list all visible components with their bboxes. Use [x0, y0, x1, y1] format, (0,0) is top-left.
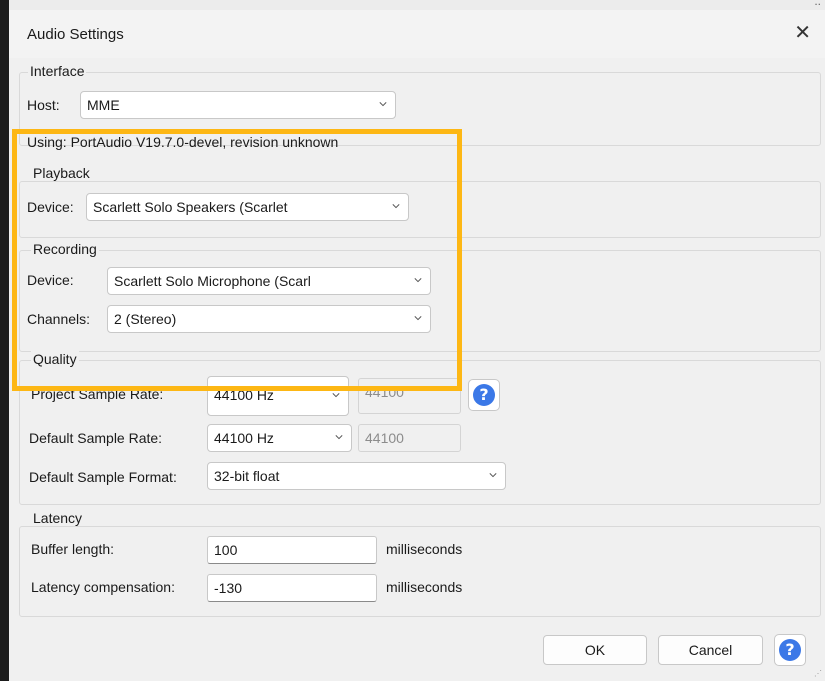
default-sample-rate-select[interactable]: 44100 Hz: [207, 424, 352, 452]
buffer-length-label: Buffer length:: [31, 541, 115, 557]
highlight-box: [12, 129, 462, 391]
host-value: MME: [87, 97, 120, 113]
buffer-length-unit: milliseconds: [386, 541, 463, 557]
background-window-strip: ..: [9, 0, 825, 10]
default-sample-rate-field: 44100: [358, 424, 461, 452]
help-button-footer[interactable]: ?: [774, 634, 806, 666]
help-button-quality[interactable]: ?: [468, 379, 500, 411]
resize-grip-icon[interactable]: ⋰: [814, 669, 822, 678]
default-sample-rate-text: 44100: [365, 430, 404, 446]
cancel-button[interactable]: Cancel: [658, 635, 763, 665]
close-icon[interactable]: ✕: [794, 20, 811, 45]
buffer-length-input[interactable]: 100: [207, 536, 377, 564]
latency-compensation-unit: milliseconds: [386, 579, 463, 595]
buffer-length-value: 100: [214, 542, 238, 558]
chevron-down-icon: [379, 102, 387, 107]
interface-legend: Interface: [28, 63, 87, 79]
latency-group: [19, 526, 821, 617]
default-sample-format-value: 32-bit float: [214, 468, 280, 484]
background-window-edge: [0, 0, 9, 681]
default-sample-format-select[interactable]: 32-bit float: [207, 462, 506, 490]
latency-compensation-label: Latency compensation:: [31, 579, 175, 595]
default-sample-rate-value: 44100 Hz: [214, 430, 274, 446]
more-icon: ..: [814, 0, 821, 8]
ok-button[interactable]: OK: [543, 635, 647, 665]
title-bar: Audio Settings ✕: [9, 10, 825, 58]
chevron-down-icon: [335, 435, 343, 440]
help-icon: ?: [473, 384, 495, 406]
window-title: Audio Settings: [27, 26, 124, 43]
latency-compensation-input[interactable]: -130: [207, 574, 377, 602]
chevron-down-icon: [489, 473, 497, 478]
default-sample-format-label: Default Sample Format:: [29, 469, 177, 485]
default-sample-rate-label: Default Sample Rate:: [29, 430, 163, 446]
host-label: Host:: [27, 97, 60, 113]
chevron-down-icon: [332, 393, 340, 398]
host-select[interactable]: MME: [80, 91, 396, 119]
help-icon: ?: [779, 639, 801, 661]
latency-legend: Latency: [31, 510, 85, 526]
latency-compensation-value: -130: [214, 580, 243, 596]
